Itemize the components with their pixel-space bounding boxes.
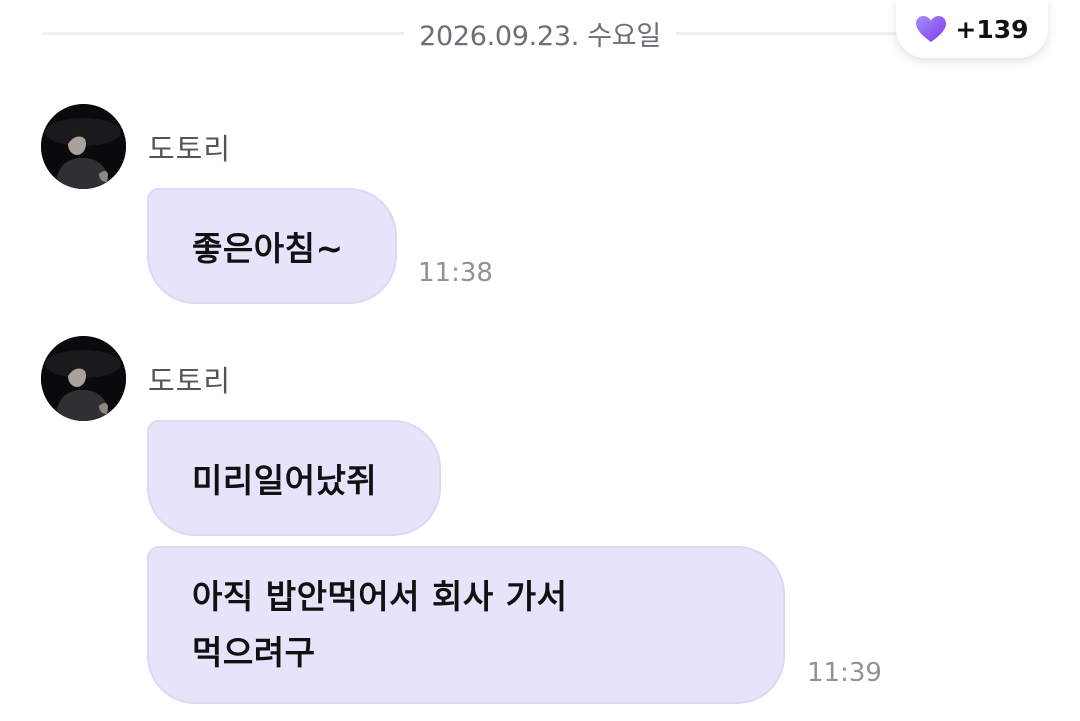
sender-name: 도토리 <box>148 132 232 166</box>
message-bubble[interactable]: 미리일어났쥐 <box>147 420 441 536</box>
sender-name: 도토리 <box>148 364 232 398</box>
message-timestamp: 11:38 <box>418 258 493 288</box>
reaction-button[interactable]: +139 <box>896 0 1048 58</box>
date-divider-left <box>42 32 404 35</box>
avatar[interactable] <box>41 336 126 421</box>
date-separator: 2026.09.23. 수요일 <box>419 21 661 52</box>
date-divider-right <box>676 32 916 35</box>
chat-screen: 2026.09.23. 수요일 +139 도토리 좋은아침~ 11:38 도토리… <box>0 0 1080 721</box>
message-bubble[interactable]: 좋은아침~ <box>147 188 397 304</box>
reaction-count: +139 <box>955 14 1029 44</box>
avatar[interactable] <box>41 104 126 189</box>
message-timestamp: 11:39 <box>807 658 882 688</box>
message-text-line: 아직 밥안먹어서 회사 가서 <box>192 577 568 616</box>
message-bubble[interactable]: 아직 밥안먹어서 회사 가서 먹으려구 <box>147 546 785 704</box>
purple-heart-icon <box>915 15 947 43</box>
message-text-line: 먹으려구 <box>192 633 316 672</box>
message-text: 미리일어났쥐 <box>192 461 378 500</box>
message-text: 좋은아침~ <box>192 229 344 268</box>
